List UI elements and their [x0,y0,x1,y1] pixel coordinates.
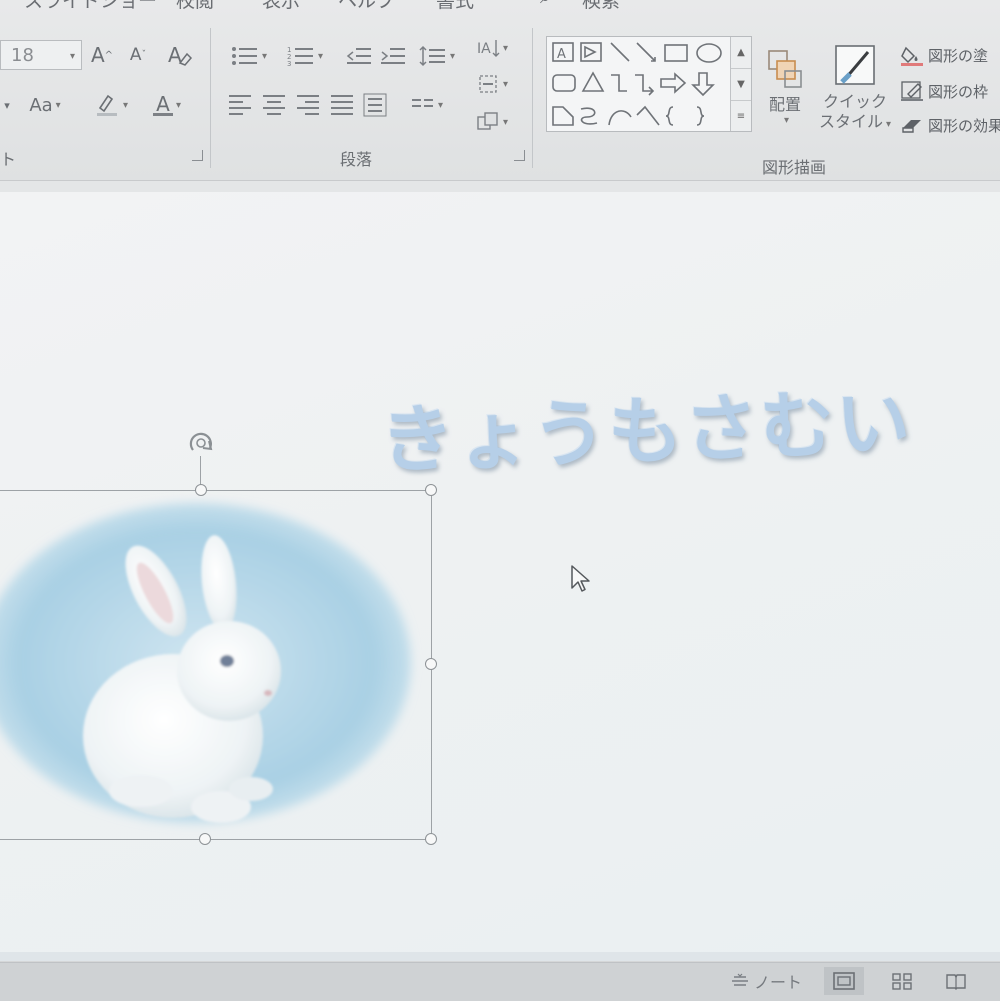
text-direction-button[interactable]: IA ▾ [470,34,514,62]
quick-style-label-2: スタイル [818,111,883,131]
arrange-label: 配置 [768,94,801,114]
shapes-gallery[interactable]: A ▲ ▼ ≡ [546,36,752,132]
ribbon-tab-row: スライドショー 校閲 表示 ヘルプ 書式 ⌕ 検索 [0,0,1000,13]
paragraph-group-label: 段落 [340,150,373,169]
font-dialog-launcher-icon[interactable] [192,150,203,161]
shape-fill-button[interactable]: 図形の塗 [900,44,988,66]
notes-icon [732,973,748,986]
slide-title-wordart[interactable]: きょうもさむい [378,363,914,489]
shape-effects-button[interactable]: 図形の効果 [900,114,1000,136]
align-left-icon[interactable] [226,92,254,118]
align-text-button[interactable]: ▾ [470,70,514,98]
columns-button[interactable]: ▾ [404,92,450,118]
tab-slideshow[interactable]: スライドショー [24,0,157,13]
reading-view-button[interactable] [936,967,976,995]
align-center-icon[interactable] [260,92,288,118]
gallery-more-icon[interactable]: ≡ [731,101,751,132]
bullets-button[interactable]: ▾ [226,42,272,70]
mouse-pointer-icon [571,565,590,592]
increase-font-size-button[interactable]: A ^ [88,40,116,70]
svg-text:3: 3 [287,60,291,67]
line-spacing-button[interactable]: ▾ [414,42,460,70]
pencil-outline-icon [901,81,923,101]
paragraph-dialog-launcher-icon[interactable] [514,150,525,161]
chevron-down-icon[interactable]: ▾ [0,90,14,120]
tab-search[interactable]: 検索 [582,0,620,13]
justify-icon[interactable] [328,92,356,118]
shape-effects-icon [902,120,921,133]
bunny-picture [0,503,411,823]
notes-label: ノート [754,973,803,992]
align-right-icon[interactable] [294,92,322,118]
slide-sorter-view-button[interactable] [882,967,922,995]
tab-view[interactable]: 表示 [262,0,300,13]
resize-handle-bottom-right[interactable] [425,833,437,845]
resize-handle-top[interactable] [195,484,207,496]
resize-handle-bottom[interactable] [199,833,211,845]
change-case-button[interactable]: Aa ▾ [22,90,68,120]
quick-styles-button[interactable]: クイック スタイル ▾ [818,36,892,140]
selected-picture-frame[interactable] [0,484,437,845]
smartart-convert-button[interactable]: ▾ [470,108,514,136]
quick-style-label-1: クイック [822,91,887,111]
arrange-button[interactable]: 配置 ▾ [760,36,810,136]
book-icon [946,974,966,990]
chevron-up-icon[interactable]: ▲ [731,37,751,69]
paint-bucket-icon [901,46,923,66]
distributed-icon[interactable] [360,90,390,120]
status-bar: ノート [0,962,1000,1001]
decrease-font-size-button[interactable]: Aˇ [124,40,152,70]
clear-formatting-icon[interactable]: A [164,40,196,70]
tab-review[interactable]: 校閲 [176,0,214,13]
highlight-color-icon[interactable]: ▾ [88,90,134,120]
search-icon[interactable]: ⌕ [540,0,551,8]
font-size-value: 18 [11,44,34,66]
resize-handle-top-right[interactable] [425,484,437,496]
drawing-group-label: 図形描画 [762,158,827,177]
tab-help[interactable]: ヘルプ [338,0,395,13]
ribbon: スライドショー 校閲 表示 ヘルプ 書式 ⌕ 検索 18 ▾ A^ Aˇ A ▾… [0,0,1000,181]
arrange-icon [768,49,802,88]
tab-format[interactable]: 書式 [436,0,474,13]
chevron-down-icon: ▾ [885,118,892,130]
font-size-combo[interactable]: 18 ▾ [0,40,82,70]
decrease-indent-icon[interactable] [344,42,374,70]
normal-view-icon [833,972,855,990]
grid-view-icon [892,973,912,990]
font-color-swatch [152,112,173,116]
gallery-scrollbar[interactable]: ▲ ▼ ≡ [730,37,751,131]
svg-text:IA: IA [477,41,491,57]
resize-handle-right[interactable] [425,658,437,670]
increase-indent-icon[interactable] [378,42,408,70]
chevron-down-icon: ▾ [69,51,75,62]
shape-outline-button[interactable]: 図形の枠 [900,80,988,102]
shapes-gallery-grid: A [552,42,722,126]
font-color-button[interactable]: A ▾ [144,90,190,120]
rotate-handle-icon[interactable] [184,428,218,458]
notes-button[interactable]: ノート [730,969,802,993]
chevron-down-icon[interactable]: ▼ [731,69,751,101]
normal-view-button[interactable] [824,967,864,995]
chevron-down-icon: ▾ [783,114,790,126]
group-divider [532,28,533,168]
numbering-button[interactable]: 1 2 3 ▾ [282,42,328,70]
group-divider [210,28,211,168]
font-group-label: ト [0,150,17,169]
quick-style-icon [835,44,875,85]
svg-text:A: A [557,47,566,62]
